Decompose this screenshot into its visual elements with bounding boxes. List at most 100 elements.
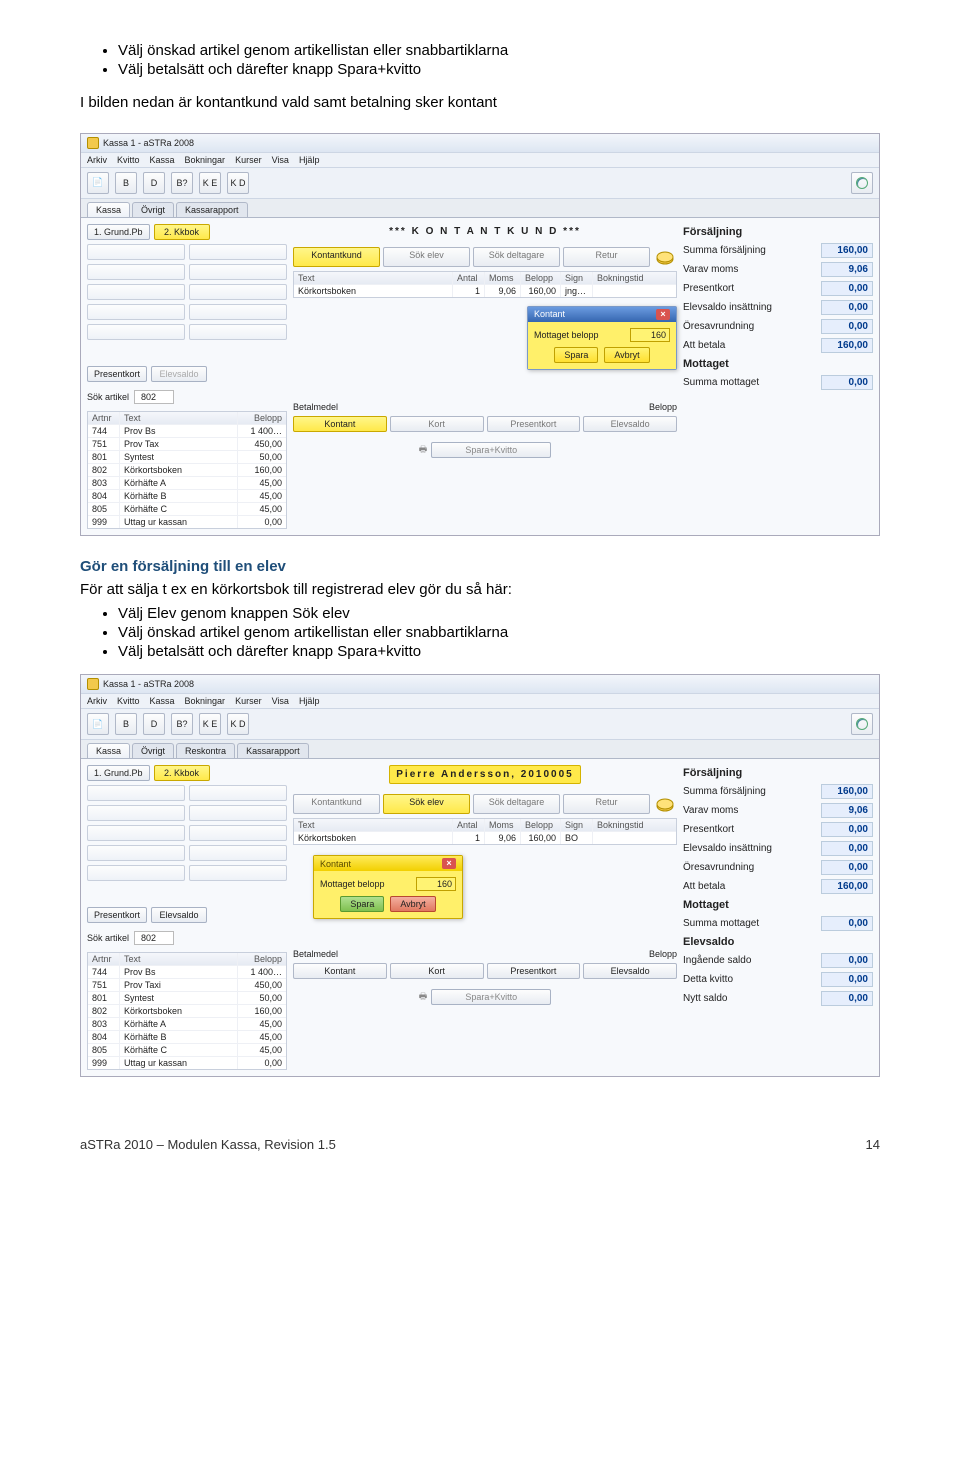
empty-button[interactable] [87, 825, 185, 841]
sok-deltagare-button[interactable]: Sök deltagare [473, 247, 560, 267]
kontantkund-button[interactable]: Kontantkund [293, 794, 380, 814]
menu-item[interactable]: Bokningar [185, 696, 226, 706]
menu-item[interactable]: Kvitto [117, 155, 140, 165]
presentkort-button[interactable]: Presentkort [87, 907, 147, 923]
elevsaldo-button[interactable]: Elevsaldo [151, 907, 207, 923]
toolbar-icon[interactable]: 📄 [87, 172, 109, 194]
menu-item[interactable]: Bokningar [185, 155, 226, 165]
empty-button[interactable] [87, 865, 185, 881]
quick-article-button[interactable]: 2. Kkbok [154, 224, 210, 240]
empty-button[interactable] [87, 785, 185, 801]
empty-button[interactable] [87, 324, 185, 340]
presentkort-button[interactable]: Presentkort [87, 366, 147, 382]
tab-kassa[interactable]: Kassa [87, 743, 130, 758]
pay-elevsaldo-button[interactable]: Elevsaldo [583, 416, 677, 432]
toolbar-icon[interactable]: 📄 [87, 713, 109, 735]
empty-button[interactable] [189, 805, 287, 821]
menu-item[interactable]: Kvitto [117, 696, 140, 706]
toolbar-icon[interactable]: D [143, 713, 165, 735]
empty-button[interactable] [87, 805, 185, 821]
pay-kontant-button[interactable]: Kontant [293, 963, 387, 979]
pay-presentkort-button[interactable]: Presentkort [487, 963, 581, 979]
menu-item[interactable]: Visa [272, 696, 289, 706]
menu-item[interactable]: Hjälp [299, 696, 320, 706]
menu-item[interactable]: Kassa [150, 155, 175, 165]
spara-button[interactable]: Spara [340, 896, 384, 912]
retur-button[interactable]: Retur [563, 794, 650, 814]
empty-button[interactable] [87, 284, 185, 300]
menu-item[interactable]: Kassa [150, 696, 175, 706]
empty-button[interactable] [189, 825, 287, 841]
toolbar-icon[interactable]: B [115, 713, 137, 735]
menu-bar[interactable]: Arkiv Kvitto Kassa Bokningar Kurser Visa… [81, 694, 879, 709]
tab-ovrigt[interactable]: Övrigt [132, 202, 174, 217]
mottaget-input[interactable]: 160 [630, 328, 670, 342]
menu-item[interactable]: Kurser [235, 696, 262, 706]
mottaget-input[interactable]: 160 [416, 877, 456, 891]
menu-item[interactable]: Arkiv [87, 155, 107, 165]
toolbar-icon[interactable]: K E [199, 713, 221, 735]
empty-button[interactable] [189, 865, 287, 881]
sok-artikel-input[interactable]: 802 [134, 931, 174, 945]
sok-elev-button[interactable]: Sök elev [383, 794, 470, 814]
toolbar-icon[interactable]: B? [171, 172, 193, 194]
quick-article-button[interactable]: 1. Grund.Pb [87, 224, 150, 240]
menu-item[interactable]: Hjälp [299, 155, 320, 165]
tab-kassarapport[interactable]: Kassarapport [176, 202, 248, 217]
refresh-icon[interactable] [851, 172, 873, 194]
cell: 45,00 [238, 490, 286, 502]
toolbar-icon[interactable]: K E [199, 172, 221, 194]
close-icon[interactable]: × [656, 309, 670, 320]
avbryt-button[interactable]: Avbryt [390, 896, 435, 912]
menu-item[interactable]: Kurser [235, 155, 262, 165]
toolbar-icon[interactable]: B? [171, 713, 193, 735]
tab-ovrigt[interactable]: Övrigt [132, 743, 174, 758]
elevsaldo-button[interactable]: Elevsaldo [151, 366, 207, 382]
pay-kort-button[interactable]: Kort [390, 416, 484, 432]
quick-article-button[interactable]: 1. Grund.Pb [87, 765, 150, 781]
pay-kontant-button[interactable]: Kontant [293, 416, 387, 432]
empty-button[interactable] [189, 264, 287, 280]
tab-kassa[interactable]: Kassa [87, 202, 130, 217]
spara-kvitto-button[interactable]: Spara+Kvitto [431, 442, 551, 458]
empty-button[interactable] [189, 244, 287, 260]
toolbar-icon[interactable]: B [115, 172, 137, 194]
empty-button[interactable] [189, 284, 287, 300]
toolbar-icon[interactable]: K D [227, 172, 249, 194]
empty-button[interactable] [87, 845, 185, 861]
article-list[interactable]: Artnr Text Belopp 744Prov Bs1 400… 751Pr… [87, 952, 287, 1070]
retur-button[interactable]: Retur [563, 247, 650, 267]
empty-button[interactable] [87, 244, 185, 260]
sok-artikel-input[interactable]: 802 [134, 390, 174, 404]
pay-elevsaldo-button[interactable]: Elevsaldo [583, 963, 677, 979]
pay-presentkort-button[interactable]: Presentkort [487, 416, 581, 432]
avbryt-button[interactable]: Avbryt [604, 347, 649, 363]
cell [593, 285, 676, 297]
kontantkund-button[interactable]: Kontantkund [293, 247, 380, 267]
quick-article-button[interactable]: 2. Kkbok [154, 765, 210, 781]
empty-button[interactable] [189, 785, 287, 801]
article-list[interactable]: Artnr Text Belopp 744Prov Bs1 400… 751Pr… [87, 411, 287, 529]
menu-item[interactable]: Visa [272, 155, 289, 165]
tab-kassarapport[interactable]: Kassarapport [237, 743, 309, 758]
close-icon[interactable]: × [442, 858, 456, 869]
sok-deltagare-button[interactable]: Sök deltagare [473, 794, 560, 814]
menu-bar[interactable]: Arkiv Kvitto Kassa Bokningar Kurser Visa… [81, 153, 879, 168]
spara-kvitto-button[interactable]: Spara+Kvitto [431, 989, 551, 1005]
menu-item[interactable]: Arkiv [87, 696, 107, 706]
value: 9,06 [821, 803, 873, 818]
sok-elev-button[interactable]: Sök elev [383, 247, 470, 267]
col-header: Artnr [88, 953, 120, 965]
tab-reskontra[interactable]: Reskontra [176, 743, 235, 758]
spara-button[interactable]: Spara [554, 347, 598, 363]
empty-button[interactable] [189, 845, 287, 861]
toolbar-icon[interactable]: K D [227, 713, 249, 735]
empty-button[interactable] [87, 264, 185, 280]
toolbar-icon[interactable]: D [143, 172, 165, 194]
empty-button[interactable] [189, 324, 287, 340]
empty-button[interactable] [189, 304, 287, 320]
refresh-icon[interactable] [851, 713, 873, 735]
empty-button[interactable] [87, 304, 185, 320]
pay-kort-button[interactable]: Kort [390, 963, 484, 979]
cell: Syntest [120, 451, 238, 463]
